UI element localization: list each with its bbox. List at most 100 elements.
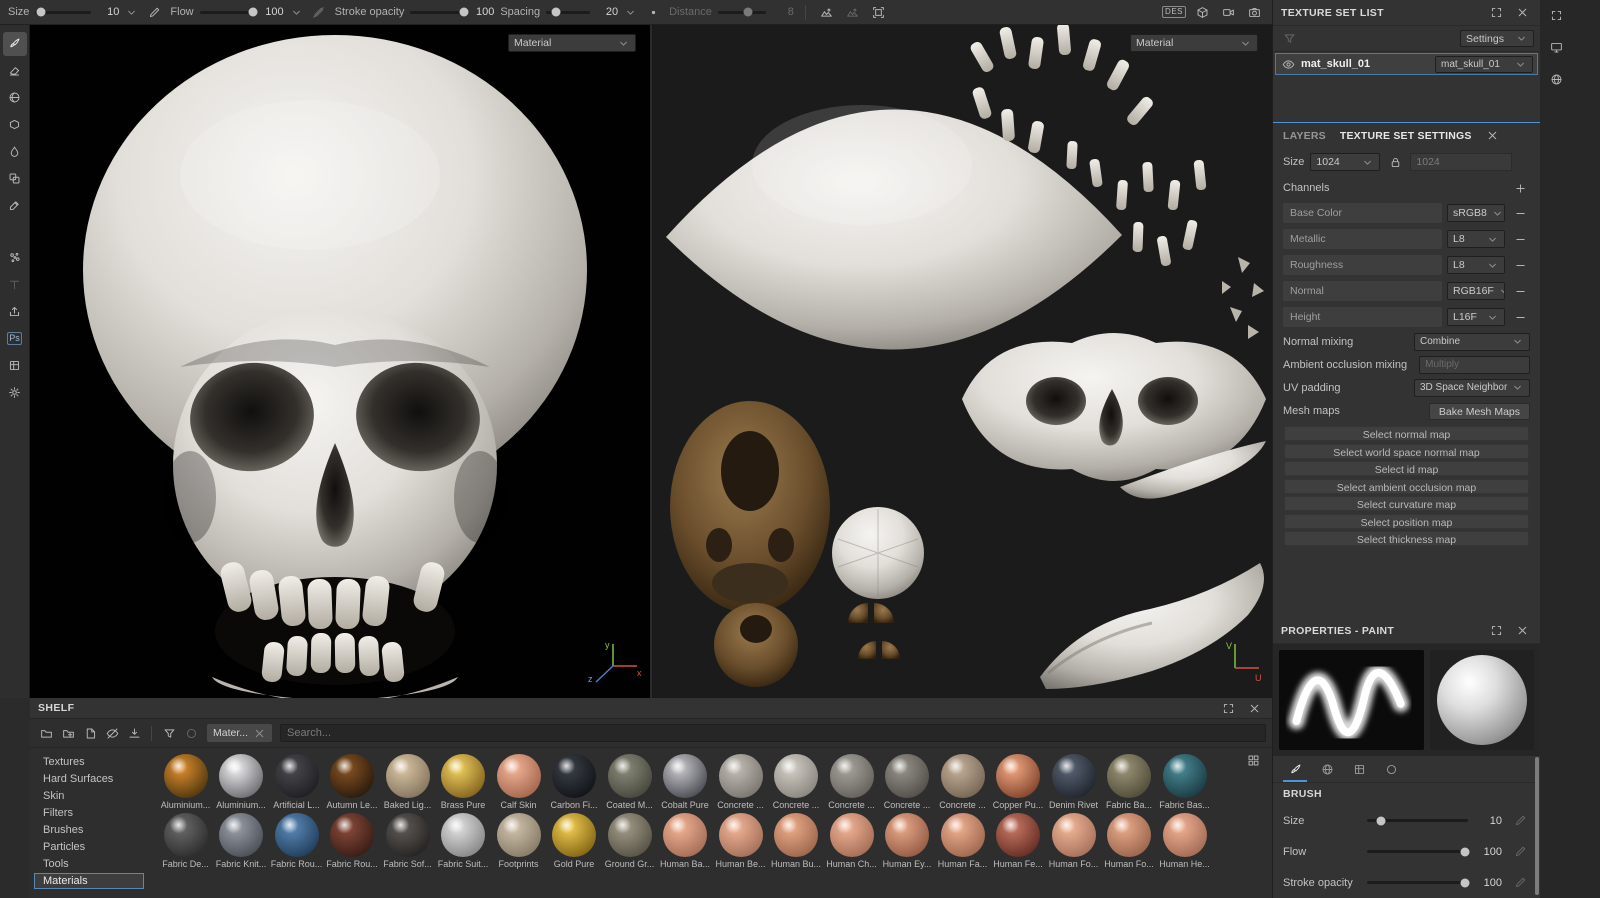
channel-name[interactable]: Normal — [1283, 281, 1442, 301]
material-item[interactable]: Fabric Rou... — [269, 813, 324, 869]
shelf-category-textures[interactable]: Textures — [34, 754, 144, 770]
pressure-toggle-icon[interactable] — [309, 2, 329, 22]
material-item[interactable]: Denim Rivet — [1046, 754, 1101, 810]
tab-layers[interactable]: LAYERS — [1283, 130, 1326, 142]
screenshot-icon[interactable] — [1244, 2, 1264, 22]
texture-set-material-dropdown[interactable]: mat_skull_01 — [1435, 56, 1533, 73]
material-item[interactable]: Autumn Le... — [325, 754, 380, 810]
slider-handle[interactable] — [1460, 847, 1469, 856]
material-item[interactable]: Footprints — [491, 813, 546, 869]
shelf-category-skin[interactable]: Skin — [34, 788, 144, 804]
text-tool[interactable] — [3, 272, 27, 296]
paint-tool[interactable] — [3, 32, 27, 56]
material-item[interactable]: Fabric Sof... — [380, 813, 435, 869]
slider-track[interactable] — [1367, 850, 1468, 853]
camera-settings-icon[interactable] — [1218, 2, 1238, 22]
tab-texture-set-settings[interactable]: TEXTURE SET SETTINGS — [1340, 130, 1472, 142]
lazy-mouse-icon[interactable] — [643, 2, 663, 22]
channel-format-dropdown[interactable]: L8 — [1447, 256, 1505, 274]
viewport-3d-material-dropdown[interactable]: Material — [508, 34, 636, 52]
material-item[interactable]: Fabric Suit... — [436, 813, 491, 869]
plugins-icon[interactable] — [3, 380, 27, 404]
channel-remove-button[interactable] — [1510, 307, 1530, 327]
texture-set-filter-icon[interactable] — [1279, 29, 1299, 49]
shelf-close-icon[interactable] — [1244, 698, 1264, 718]
channel-format-dropdown[interactable]: L16F — [1447, 308, 1505, 326]
bake-mesh-maps-button[interactable]: Bake Mesh Maps — [1429, 403, 1530, 420]
material-item[interactable]: Fabric Bas... — [1157, 754, 1212, 810]
filter-icon[interactable] — [159, 723, 179, 743]
properties-close-icon[interactable] — [1512, 621, 1532, 641]
pencil-toggle-icon[interactable] — [1510, 873, 1530, 893]
particles-tool[interactable] — [3, 245, 27, 269]
resources-icon[interactable] — [3, 353, 27, 377]
texture-set-list-close-icon[interactable] — [1512, 3, 1532, 23]
shelf-category-hard-surfaces[interactable]: Hard Surfaces — [34, 771, 144, 787]
tab-material-icon[interactable] — [1379, 757, 1403, 782]
spacing-slider-handle[interactable] — [551, 8, 560, 17]
symmetry-icon[interactable] — [817, 2, 837, 22]
channel-remove-button[interactable] — [1510, 229, 1530, 249]
material-item[interactable]: Coated M... — [602, 754, 657, 810]
size-chevron-icon[interactable] — [125, 6, 138, 19]
size-slider[interactable] — [35, 11, 91, 14]
select-map-button[interactable]: Select thickness map — [1284, 531, 1529, 546]
file-icon[interactable] — [80, 723, 100, 743]
material-item[interactable]: Fabric De... — [158, 813, 213, 869]
tab-close-icon[interactable] — [1486, 129, 1500, 143]
projection-tool[interactable] — [3, 86, 27, 110]
channel-remove-button[interactable] — [1510, 255, 1530, 275]
material-item[interactable]: Baked Lig... — [380, 754, 435, 810]
material-item[interactable]: Gold Pure — [547, 813, 602, 869]
material-item[interactable]: Carbon Fi... — [547, 754, 602, 810]
texture-set-list-expand-icon[interactable] — [1486, 3, 1506, 23]
material-item[interactable]: Human Be... — [713, 813, 768, 869]
material-item[interactable]: Human Ba... — [658, 813, 713, 869]
filter-chip-close-icon[interactable] — [253, 727, 266, 740]
brush-stroke-preview[interactable] — [1279, 650, 1424, 750]
material-item[interactable]: Concrete ... — [824, 754, 879, 810]
material-item[interactable]: Human Fe... — [991, 813, 1046, 869]
hide-resources-icon[interactable] — [102, 723, 122, 743]
display-settings-icon[interactable] — [1545, 36, 1567, 58]
channel-remove-button[interactable] — [1510, 281, 1530, 301]
select-map-button[interactable]: Select normal map — [1284, 426, 1529, 441]
search-input[interactable] — [280, 724, 1266, 742]
material-item[interactable]: Fabric Ba... — [1102, 754, 1157, 810]
falloff-icon[interactable] — [843, 2, 863, 22]
texture-set-row[interactable]: mat_skull_01 mat_skull_01 — [1275, 53, 1538, 75]
smudge-tool[interactable] — [3, 140, 27, 164]
flow-slider[interactable] — [200, 11, 256, 14]
normal-mixing-dropdown[interactable]: Combine — [1414, 333, 1530, 351]
material-item[interactable]: Ground Gr... — [602, 813, 657, 869]
select-map-button[interactable]: Select ambient occlusion map — [1284, 479, 1529, 494]
flow-slider-handle[interactable] — [248, 8, 257, 17]
transform-gizmo-icon[interactable] — [869, 2, 889, 22]
channel-format-dropdown[interactable]: L8 — [1447, 230, 1505, 248]
slider-track[interactable] — [1367, 819, 1468, 822]
channel-format-dropdown[interactable]: sRGB8 — [1447, 204, 1505, 222]
folder-icon[interactable] — [36, 723, 56, 743]
slider-track[interactable] — [1367, 881, 1468, 884]
pencil-toggle-icon[interactable] — [1510, 842, 1530, 862]
shelf-category-tools[interactable]: Tools — [34, 856, 144, 872]
pencil-toggle-icon[interactable] — [1510, 811, 1530, 831]
slider-handle[interactable] — [1377, 816, 1386, 825]
size-slider-handle[interactable] — [37, 8, 46, 17]
stroke-opacity-slider[interactable] — [410, 11, 466, 14]
viewport-2d[interactable]: Material V U — [652, 25, 1272, 698]
eraser-tool[interactable] — [3, 59, 27, 83]
spacing-slider[interactable] — [546, 11, 590, 14]
add-channel-icon[interactable] — [1510, 178, 1530, 198]
material-sphere-preview[interactable] — [1430, 650, 1534, 750]
tab-alpha-icon[interactable] — [1315, 757, 1339, 782]
material-item[interactable]: Human Ch... — [824, 813, 879, 869]
perspective-toggle-icon[interactable] — [1192, 2, 1212, 22]
material-item[interactable]: Concrete ... — [880, 754, 935, 810]
material-item[interactable]: Calf Skin — [491, 754, 546, 810]
slider-handle[interactable] — [1460, 878, 1469, 887]
size-dropdown[interactable]: 1024 — [1310, 153, 1380, 171]
material-item[interactable]: Copper Pu... — [991, 754, 1046, 810]
material-item[interactable]: Fabric Rou... — [325, 813, 380, 869]
shelf-category-brushes[interactable]: Brushes — [34, 822, 144, 838]
